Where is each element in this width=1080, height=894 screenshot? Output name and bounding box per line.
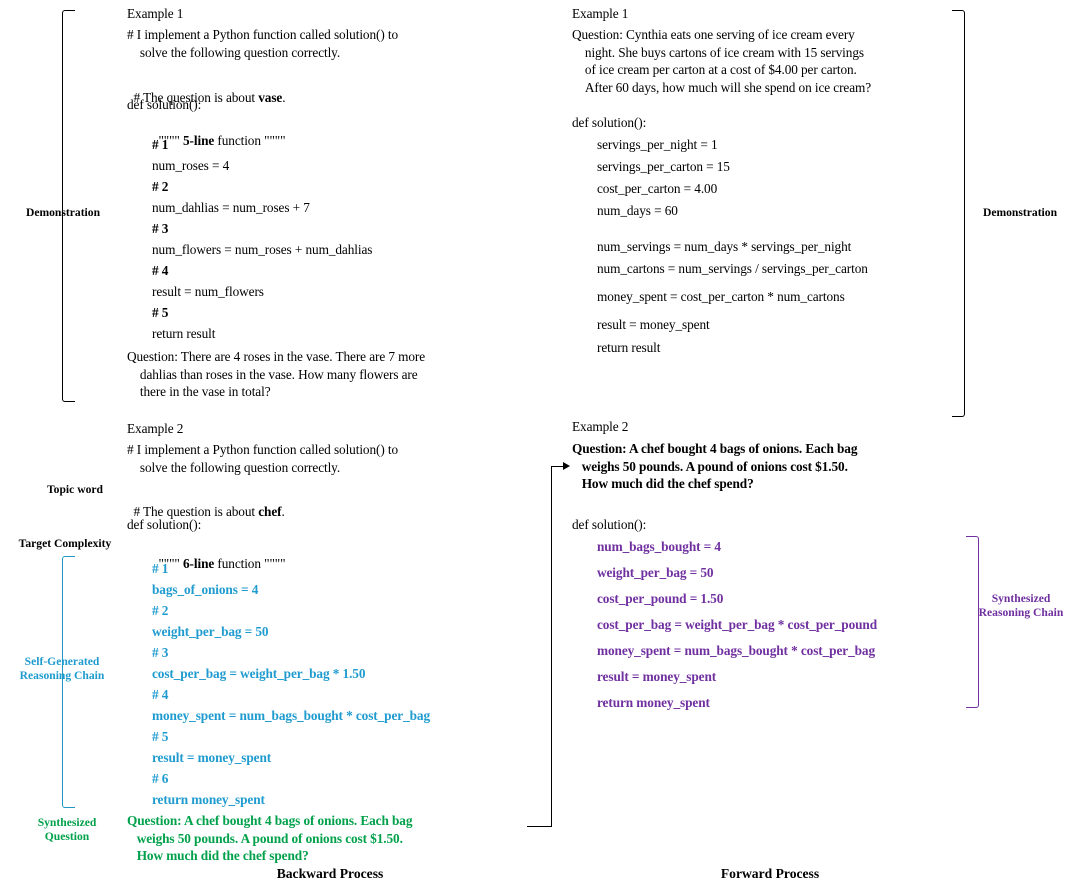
left-example2-code-line-3: # 2 (152, 603, 169, 618)
topic-word-vase: vase (258, 89, 283, 105)
left-example2-header: Example 2 (127, 421, 184, 436)
docstring-suffix: function """" (214, 132, 286, 148)
right-example1-question: Question: Cynthia eats one serving of ic… (572, 27, 872, 95)
left-example1-code-line-5: # 3 (152, 221, 169, 236)
label-target-complexity: Target Complexity (18, 537, 112, 550)
right-example2-code-line-4: cost_per_bag = weight_per_bag * cost_per… (597, 617, 877, 632)
left-example1-code-line-9: # 5 (152, 305, 169, 320)
left-example1-code-line-8: result = num_flowers (152, 284, 264, 299)
right-example2-code-line-3: cost_per_pound = 1.50 (597, 591, 724, 606)
left-example1-comment: # I implement a Python function called s… (127, 27, 399, 60)
right-example1-code-line-3: cost_per_carton = 4.00 (597, 181, 718, 196)
right-example2-def-line: def solution(): (572, 517, 647, 532)
left-example2-code-line-4: weight_per_bag = 50 (152, 624, 269, 639)
right-example2-code-line-6: result = money_spent (597, 669, 717, 684)
caption-backward-process: Backward Process (276, 866, 384, 881)
topic-word-chef: chef (258, 503, 282, 519)
right-example2-code-line-1: num_bags_bought = 4 (597, 539, 721, 554)
label-demonstration-right: Demonstration (982, 206, 1058, 219)
left-example2-code-line-6: cost_per_bag = weight_per_bag * 1.50 (152, 666, 366, 681)
left-example2-code-line-1: # 1 (152, 561, 169, 576)
left-example2-code-line-12: return money_spent (152, 792, 265, 807)
left-example1-code-line-7: # 4 (152, 263, 169, 278)
left-example2-docstring: """" 6-line function """" (152, 537, 285, 572)
left-example1-code-line-2: num_roses = 4 (152, 158, 230, 173)
topic-line-suffix-2: . (281, 503, 285, 519)
left-example1-code-line-4: num_dahlias = num_roses + 7 (152, 200, 310, 215)
label-demonstration-left: Demonstration (25, 206, 101, 219)
right-example1-code-line-1: servings_per_night = 1 (597, 137, 718, 152)
left-example2-def-line: def solution(): (127, 517, 202, 532)
right-example1-code-line-8: result = money_spent (597, 317, 710, 332)
label-synthesized-question: Synthesized Question (37, 816, 97, 843)
right-example2-question: Question: A chef bought 4 bags of onions… (572, 441, 858, 491)
right-example2-code-line-5: money_spent = num_bags_bought * cost_per… (597, 643, 876, 658)
right-example1-code-line-7: money_spent = cost_per_carton * num_cart… (597, 289, 845, 304)
docstring-suffix-2: function """" (214, 555, 286, 571)
connector-vertical (551, 466, 552, 826)
left-example2-code-line-2: bags_of_onions = 4 (152, 582, 259, 597)
right-example1-header: Example 1 (572, 6, 629, 21)
docstring-complexity-2: 6-line (183, 555, 215, 571)
left-example2-code-line-7: # 4 (152, 687, 169, 702)
left-example2-code-line-8: money_spent = num_bags_bought * cost_per… (152, 708, 431, 723)
right-example1-code-line-2: servings_per_carton = 15 (597, 159, 730, 174)
left-example2-comment: # I implement a Python function called s… (127, 442, 399, 475)
left-example2-code-line-11: # 6 (152, 771, 169, 786)
right-example1-code-line-9: return result (597, 340, 661, 355)
right-example1-def-line: def solution(): (572, 115, 647, 130)
right-example1-code-line-4: num_days = 60 (597, 203, 678, 218)
label-self-generated-reasoning-chain: Self-Generated Reasoning Chain (19, 655, 105, 682)
left-example2-code-line-9: # 5 (152, 729, 169, 744)
right-example2-code-line-2: weight_per_bag = 50 (597, 565, 714, 580)
synthesized-reasoning-bracket (966, 536, 979, 708)
left-example2-code-line-5: # 3 (152, 645, 169, 660)
right-example2-code-line-7: return money_spent (597, 695, 710, 710)
left-example1-code-line-3: # 2 (152, 179, 169, 194)
caption-forward-process: Forward Process (720, 866, 820, 881)
left-example1-code-line-10: return result (152, 326, 216, 341)
left-example1-question: Question: There are 4 roses in the vase.… (127, 349, 426, 399)
right-example1-code-line-6: num_cartons = num_servings / servings_pe… (597, 261, 868, 276)
docstring-complexity: 5-line (183, 132, 215, 148)
label-synthesized-reasoning-chain: Synthesized Reasoning Chain (978, 592, 1064, 619)
left-example2-question: Question: A chef bought 4 bags of onions… (127, 813, 413, 863)
label-topic-word: Topic word (47, 483, 103, 496)
connector-horizontal-bottom (527, 826, 552, 827)
right-example1-code-line-5: num_servings = num_days * servings_per_n… (597, 239, 852, 254)
left-example1-def-line: def solution(): (127, 97, 202, 112)
left-example2-topic-line: # The question is about chef. (127, 485, 285, 520)
left-example1-header: Example 1 (127, 6, 184, 21)
right-example2-header: Example 2 (572, 419, 629, 434)
connector-arrow-head (563, 462, 570, 470)
left-example1-code-line-1: # 1 (152, 137, 169, 152)
left-example1-docstring: """" 5-line function """" (152, 114, 285, 149)
left-example1-code-line-6: num_flowers = num_roses + num_dahlias (152, 242, 373, 257)
left-example2-code-line-10: result = money_spent (152, 750, 272, 765)
topic-line-suffix: . (282, 89, 286, 105)
